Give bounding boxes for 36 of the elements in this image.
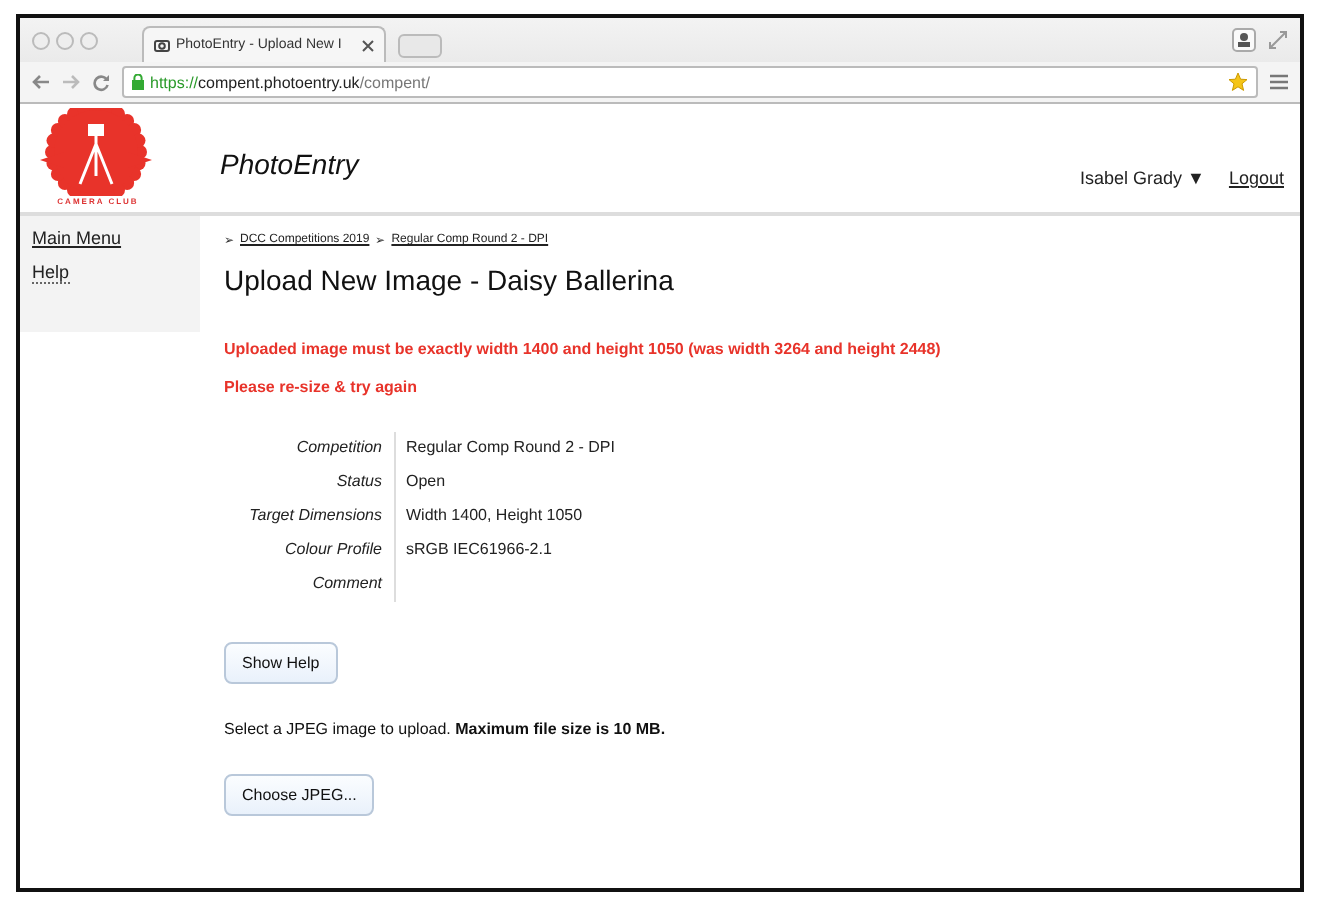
detail-label: Status: [224, 466, 396, 500]
window-close-control[interactable]: [32, 31, 50, 49]
logout-link[interactable]: Logout: [1228, 168, 1284, 188]
page-heading: Upload New Image - Daisy Ballerina: [224, 264, 676, 296]
detail-value: Open: [404, 470, 448, 494]
choose-jpeg-button[interactable]: Choose JPEG...: [224, 774, 375, 816]
back-icon[interactable]: [32, 74, 50, 90]
window-minimize-control[interactable]: [56, 31, 74, 49]
menu-icon[interactable]: [1270, 74, 1288, 90]
close-icon[interactable]: [362, 39, 374, 51]
forward-icon[interactable]: [62, 74, 80, 90]
new-tab-button[interactable]: [398, 34, 442, 58]
lock-icon: [132, 74, 144, 90]
fullscreen-icon[interactable]: [1268, 30, 1288, 50]
site-title: PhotoEntry: [220, 148, 359, 180]
detail-label: Competition: [224, 432, 396, 466]
sidebar-link[interactable]: Main Menu: [32, 228, 122, 248]
error-message: Uploaded image must be exactly width 1400 and height 1050 (was width 3264 and height 2448): [224, 340, 941, 358]
camera-icon: [154, 38, 170, 52]
detail-label: Comment: [224, 568, 396, 602]
error-message: Please re-size & try again: [224, 378, 419, 396]
show-help-button[interactable]: Show Help: [224, 642, 338, 684]
bookmark-star-icon[interactable]: [1228, 72, 1248, 92]
detail-label: Colour Profile: [224, 534, 396, 568]
url-text: https://compent.photoentry.uk/compent/: [150, 73, 430, 91]
user-menu[interactable]: Isabel Grady ▼: [1080, 168, 1205, 188]
detail-value: Regular Comp Round 2 - DPI: [404, 436, 617, 460]
reload-icon[interactable]: [92, 73, 110, 91]
upload-instruction: Select a JPEG image to upload. Maximum file size is 10 MB.: [224, 720, 668, 738]
detail-value: Width 1400, Height 1050: [404, 504, 585, 528]
window-zoom-control[interactable]: [80, 31, 98, 49]
detail-value: sRGB IEC61966-2.1: [404, 538, 554, 562]
detail-label: Target Dimensions: [224, 500, 396, 534]
user-profile-icon[interactable]: [1232, 28, 1256, 52]
address-bar[interactable]: https://compent.photoentry.uk/compent/: [122, 66, 1258, 98]
sidebar-link[interactable]: Help: [32, 262, 70, 284]
